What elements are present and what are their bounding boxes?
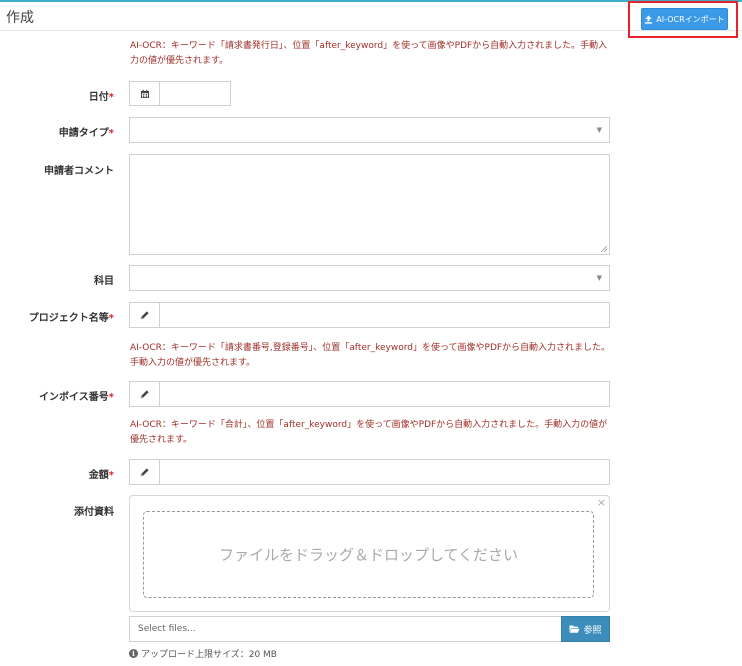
- project-name-addon: [130, 303, 160, 327]
- file-drop-zone[interactable]: ファイルをドラッグ＆ドロップしてください: [143, 511, 594, 598]
- pencil-icon: [140, 390, 149, 399]
- info-icon: i: [129, 649, 138, 658]
- pencil-icon: [140, 311, 149, 320]
- import-button-label: AI-OCRインポート: [656, 14, 725, 24]
- resize-handle-icon[interactable]: [601, 246, 607, 252]
- project-name-label: プロジェクト名等*: [28, 313, 114, 324]
- subject-label: 科目: [94, 276, 114, 287]
- calendar-icon: [140, 89, 149, 98]
- page-title: 作成: [6, 10, 34, 26]
- amount-addon: [130, 460, 160, 484]
- file-select-placeholder: Select files...: [138, 624, 196, 634]
- attachments-label: 添付資料: [74, 507, 114, 518]
- folder-open-icon: [569, 625, 581, 633]
- import-highlight-frame: AI-OCRインポート: [628, 1, 738, 38]
- invoice-number-field[interactable]: [129, 381, 610, 407]
- amount-field[interactable]: [129, 459, 610, 485]
- date-addon[interactable]: [130, 82, 160, 105]
- close-icon[interactable]: ×: [597, 496, 606, 509]
- upload-icon: [645, 14, 653, 24]
- ai-ocr-import-button[interactable]: AI-OCRインポート: [641, 8, 728, 30]
- invoice-number-addon: [130, 382, 160, 406]
- chevron-down-icon: ▼: [596, 274, 602, 282]
- ocr-note-invoice-number: AI-OCR：キーワード「請求書番号,登録番号」、位置「after_keywor…: [130, 343, 611, 368]
- ocr-note-total: AI-OCR：キーワード「合計」、位置「after_keyword」を使って画像…: [130, 420, 608, 445]
- subject-select[interactable]: ▼: [129, 265, 610, 291]
- application-type-select[interactable]: ▼: [129, 117, 610, 143]
- project-name-field[interactable]: [129, 302, 610, 328]
- browse-button[interactable]: 参照: [561, 616, 610, 642]
- date-field[interactable]: [129, 81, 231, 106]
- ocr-note-date: AI-OCR：キーワード「請求書発行日」、位置「after_keyword」を使…: [130, 41, 608, 66]
- drop-zone-text: ファイルをドラッグ＆ドロップしてください: [218, 546, 519, 564]
- applicant-comment-textarea[interactable]: [129, 154, 610, 255]
- amount-label: 金額*: [88, 470, 114, 481]
- file-drop-container: × ファイルをドラッグ＆ドロップしてください: [129, 495, 610, 612]
- date-label: 日付*: [88, 92, 114, 103]
- chevron-down-icon: ▼: [596, 126, 602, 134]
- browse-button-label: 参照: [583, 625, 602, 636]
- upload-limit-hint: i アップロード上限サイズ：20 MB: [129, 647, 277, 660]
- applicant-comment-label: 申請者コメント: [44, 166, 114, 177]
- pencil-icon: [140, 468, 149, 477]
- upload-limit-text: アップロード上限サイズ：20 MB: [141, 650, 277, 660]
- application-type-label: 申請タイプ*: [58, 128, 114, 139]
- file-select-input[interactable]: Select files...: [129, 616, 562, 642]
- invoice-number-label: インボイス番号*: [39, 392, 114, 403]
